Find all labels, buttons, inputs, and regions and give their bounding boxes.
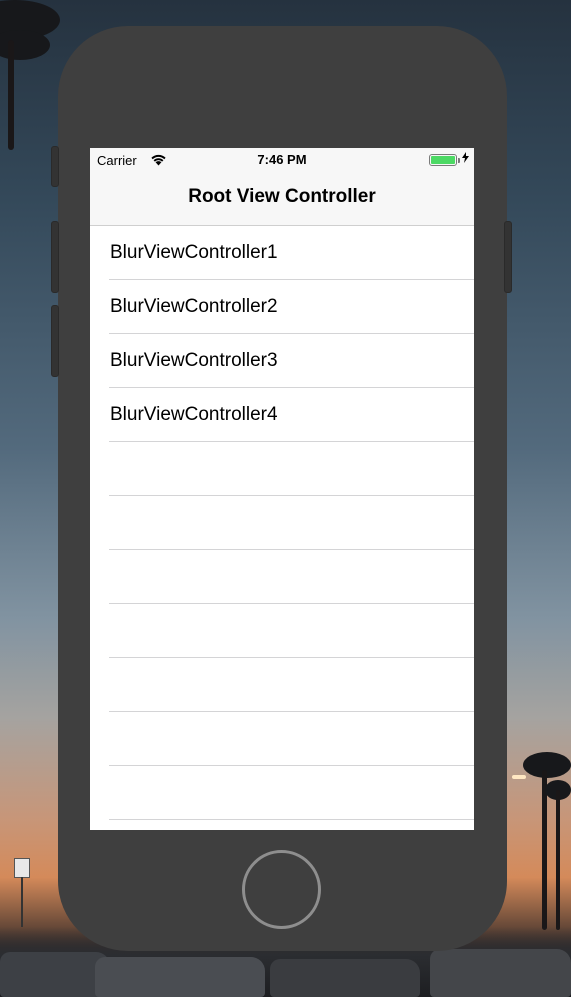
device-screen: Carrier 7:46 PM Root View Controller Blu…: [90, 148, 474, 830]
status-bar: Carrier 7:46 PM: [90, 148, 474, 172]
battery-level-fill: [431, 156, 455, 164]
table-row-empty: [90, 712, 474, 766]
table-row-empty: [90, 658, 474, 712]
volume-up-button: [51, 221, 59, 293]
volume-down-button: [51, 305, 59, 377]
table-row-empty: [90, 766, 474, 820]
table-row-label: BlurViewController4: [110, 404, 278, 425]
table-row-blurviewcontroller4[interactable]: BlurViewController4: [90, 388, 474, 442]
table-row-blurviewcontroller2[interactable]: BlurViewController2: [90, 280, 474, 334]
navigation-bar: Root View Controller: [90, 172, 474, 226]
charging-bolt-icon: [462, 152, 469, 166]
power-button: [504, 221, 512, 293]
table-view[interactable]: BlurViewController1 BlurViewController2 Bl…: [90, 226, 474, 820]
battery-tip: [458, 158, 460, 163]
table-row-empty: [90, 442, 474, 496]
table-row-label: BlurViewController3: [110, 350, 278, 371]
home-button[interactable]: [242, 850, 321, 929]
page-title: Root View Controller: [188, 186, 376, 207]
status-time: 7:46 PM: [257, 152, 307, 167]
table-row-empty: [90, 496, 474, 550]
table-row-empty: [90, 550, 474, 604]
mute-switch: [51, 146, 59, 187]
table-row-label: BlurViewController2: [110, 296, 278, 317]
table-row-empty: [90, 604, 474, 658]
battery-icon: [429, 154, 460, 166]
streetlamp: [512, 775, 526, 779]
table-row-label: BlurViewController1: [110, 242, 278, 263]
street-sign-pole: [21, 877, 23, 927]
street-sign: [14, 858, 30, 878]
table-row-blurviewcontroller1[interactable]: BlurViewController1: [90, 226, 474, 280]
table-row-blurviewcontroller3[interactable]: BlurViewController3: [90, 334, 474, 388]
